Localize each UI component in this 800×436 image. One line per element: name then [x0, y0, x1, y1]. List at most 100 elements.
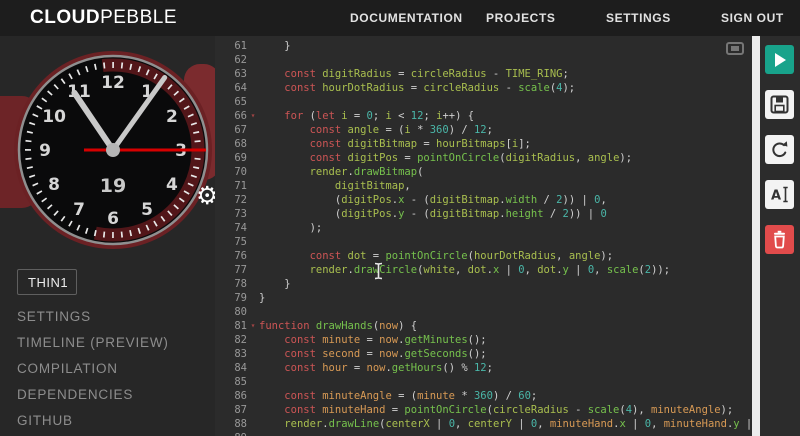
code-line[interactable]: 67 const angle = (i * 360) / 12;	[215, 123, 752, 137]
code-line[interactable]: 63 const digitRadius = circleRadius - TI…	[215, 67, 752, 81]
code-line[interactable]: 65	[215, 95, 752, 109]
editor-scrollbar[interactable]	[752, 36, 760, 436]
rename-button[interactable]: A	[765, 180, 794, 209]
fold-spacer	[247, 151, 259, 165]
watch-emulator-preview: 12 1 2 3 4 5 6 7 8 9 10 11 19	[0, 38, 215, 262]
code-line[interactable]: 66▾ for (let i = 0; i < 12; i++) {	[215, 109, 752, 123]
fold-spacer	[247, 389, 259, 403]
fold-spacer	[247, 53, 259, 67]
code-line[interactable]: 76 const dot = pointOnCircle(hourDotRadi…	[215, 249, 752, 263]
clock-numeral: 9	[39, 141, 51, 161]
code-line[interactable]: 71 digitBitmap,	[215, 179, 752, 193]
code-line[interactable]: 88 render.drawLine(centerX | 0, centerY …	[215, 417, 752, 431]
line-number: 61	[215, 39, 247, 53]
code-text: digitBitmap,	[259, 179, 411, 193]
line-number: 65	[215, 95, 247, 109]
clock-numeral: 10	[42, 107, 66, 127]
code-text: for (let i = 0; i < 12; i++) {	[259, 109, 474, 123]
fold-spacer	[247, 361, 259, 375]
code-line[interactable]: 81▾function drawHands(now) {	[215, 319, 752, 333]
code-line[interactable]: 83 const second = now.getSeconds();	[215, 347, 752, 361]
fold-spacer	[247, 39, 259, 53]
nav-settings[interactable]: SETTINGS	[606, 0, 671, 36]
code-text: const angle = (i * 360) / 12;	[259, 123, 493, 137]
save-button[interactable]	[765, 90, 794, 119]
nav-sign-out[interactable]: SIGN OUT	[721, 0, 784, 36]
line-number: 79	[215, 291, 247, 305]
fold-spacer	[247, 207, 259, 221]
line-number: 88	[215, 417, 247, 431]
code-line[interactable]: 62	[215, 53, 752, 67]
line-number: 81	[215, 319, 247, 333]
line-number: 62	[215, 53, 247, 67]
code-line[interactable]: 80	[215, 305, 752, 319]
fold-spacer	[247, 235, 259, 249]
code-line[interactable]: 74 );	[215, 221, 752, 235]
code-line[interactable]: 61 }	[215, 39, 752, 53]
sidebar-item-timeline[interactable]: TIMELINE (PREVIEW)	[17, 330, 169, 356]
code-line[interactable]: 75	[215, 235, 752, 249]
fullscreen-icon[interactable]	[726, 42, 744, 55]
line-number: 76	[215, 249, 247, 263]
logo-cloud: CLOUD	[30, 7, 100, 28]
line-number: 68	[215, 137, 247, 151]
code-line[interactable]: 86 const minuteAngle = (minute * 360) / …	[215, 389, 752, 403]
trash-icon	[765, 225, 794, 254]
sidebar-item-settings[interactable]: SETTINGS	[17, 304, 169, 330]
cloudpebble-app: CLOUDPEBBLE DOCUMENTATION PROJECTS SETTI…	[0, 0, 800, 436]
nav-documentation[interactable]: DOCUMENTATION	[350, 0, 463, 36]
code-line[interactable]: 69 const digitPos = pointOnCircle(digitR…	[215, 151, 752, 165]
line-number: 63	[215, 67, 247, 81]
code-text: const digitPos = pointOnCircle(digitRadi…	[259, 151, 632, 165]
sidebar-item-github[interactable]: GITHUB	[17, 408, 169, 434]
fold-spacer	[247, 81, 259, 95]
nav-projects[interactable]: PROJECTS	[486, 0, 555, 36]
fold-arrow-icon[interactable]: ▾	[247, 109, 259, 123]
reload-button[interactable]	[765, 135, 794, 164]
line-number: 67	[215, 123, 247, 137]
code-line[interactable]: 77 render.drawCircle(white, dot.x | 0, d…	[215, 263, 752, 277]
fold-spacer	[247, 179, 259, 193]
code-text: }	[259, 291, 265, 305]
cloudpebble-logo[interactable]: CLOUDPEBBLE	[30, 0, 177, 36]
clock-numeral: 5	[141, 200, 153, 220]
delete-button[interactable]	[765, 225, 794, 254]
line-number: 77	[215, 263, 247, 277]
code-line[interactable]: 73 (digitPos.y - (digitBitmap.height / 2…	[215, 207, 752, 221]
sidebar-item-dependencies[interactable]: DEPENDENCIES	[17, 382, 169, 408]
fold-spacer	[247, 165, 259, 179]
sidebar: 12 1 2 3 4 5 6 7 8 9 10 11 19 ⚙ THIN1 SE…	[0, 36, 215, 436]
fold-arrow-icon[interactable]: ▾	[247, 319, 259, 333]
code-line[interactable]: 82 const minute = now.getMinutes();	[215, 333, 752, 347]
fold-spacer	[247, 249, 259, 263]
code-text: );	[259, 221, 322, 235]
code-line[interactable]: 87 const minuteHand = pointOnCircle(circ…	[215, 403, 752, 417]
clock-numeral: 7	[73, 200, 85, 220]
code-line[interactable]: 79}	[215, 291, 752, 305]
code-line[interactable]: 70 render.drawBitmap(	[215, 165, 752, 179]
clock-numeral: 8	[48, 175, 60, 195]
fold-spacer	[247, 417, 259, 431]
code-text: const digitRadius = circleRadius - TIME_…	[259, 67, 569, 81]
code-line[interactable]: 72 (digitPos.x - (digitBitmap.width / 2)…	[215, 193, 752, 207]
text-cursor-icon: A	[765, 180, 794, 209]
code-line[interactable]: 68 const digitBitmap = hourBitmaps[i];	[215, 137, 752, 151]
fold-spacer	[247, 221, 259, 235]
line-number: 87	[215, 403, 247, 417]
svg-text:A: A	[771, 189, 781, 204]
code-line[interactable]: 84 const hour = now.getHours() % 12;	[215, 361, 752, 375]
code-line[interactable]: 64 const hourDotRadius = circleRadius - …	[215, 81, 752, 95]
line-number: 83	[215, 347, 247, 361]
sidebar-item-compilation[interactable]: COMPILATION	[17, 356, 169, 382]
run-button[interactable]	[765, 45, 794, 74]
project-name-tab[interactable]: THIN1	[17, 269, 77, 295]
logo-pebble: PEBBLE	[100, 7, 177, 28]
code-line[interactable]: 78 }	[215, 277, 752, 291]
fold-spacer	[247, 67, 259, 81]
line-number: 82	[215, 333, 247, 347]
code-editor[interactable]: 61 }6263 const digitRadius = circleRadiu…	[215, 36, 752, 436]
code-line[interactable]: 89	[215, 431, 752, 436]
clock-numeral: 2	[166, 107, 178, 127]
code-line[interactable]: 85	[215, 375, 752, 389]
gear-icon[interactable]: ⚙	[196, 184, 215, 209]
